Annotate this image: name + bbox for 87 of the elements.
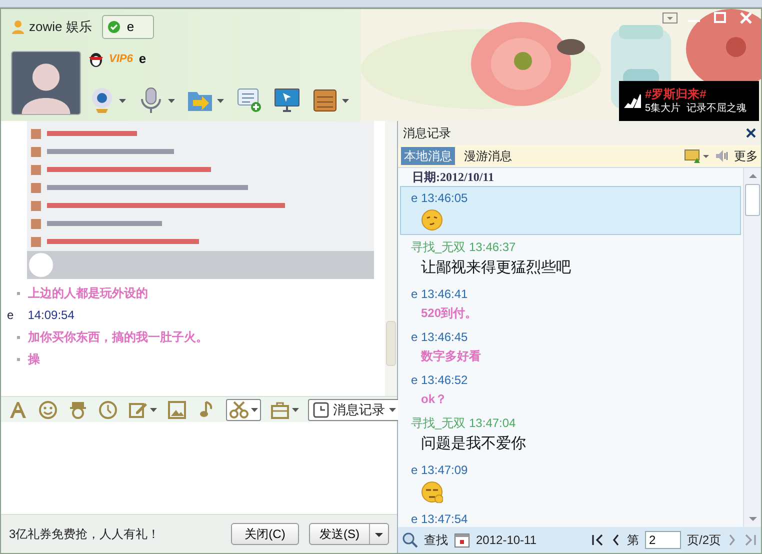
chat-message: 上边的人都是玩外设的	[28, 285, 148, 302]
send-button[interactable]: 发送(S)	[310, 524, 370, 544]
close-button[interactable]: 关闭(C)	[231, 523, 299, 545]
tab[interactable]: 漫游消息	[461, 147, 515, 165]
toolbox-icon[interactable]	[312, 87, 338, 114]
font-icon[interactable]	[8, 400, 28, 420]
page-input[interactable]: 2	[644, 531, 681, 549]
message-text: 让鄙视来得更猛烈些吧	[420, 258, 572, 278]
menu-icon[interactable]	[661, 11, 679, 25]
message-text: 数字多好看	[420, 348, 482, 364]
message-header: e 13:46:45	[411, 329, 469, 345]
message-header: e 13:46:05	[411, 190, 469, 206]
next-icon[interactable]	[727, 533, 737, 547]
message-time: 14:09:54	[28, 307, 74, 324]
contact-name: e	[138, 50, 146, 68]
message-header: 寻找_无双 13:46:37	[411, 239, 517, 255]
smiley-icon[interactable]	[38, 400, 58, 420]
caret-icon[interactable]	[119, 98, 126, 102]
caret-icon[interactable]	[292, 408, 299, 412]
history-button[interactable]: 消息记录	[308, 398, 401, 420]
message-text: 520到付。	[420, 305, 478, 321]
chat-add-icon[interactable]	[236, 87, 262, 114]
bullet-icon	[17, 358, 20, 360]
vip-label: VIP6	[109, 52, 133, 66]
previous-icon[interactable]	[610, 533, 621, 547]
calendar-icon[interactable]	[454, 532, 470, 548]
caret-icon[interactable]	[150, 408, 157, 412]
export-icon[interactable]	[684, 148, 710, 164]
avatar	[11, 51, 81, 115]
message-header: e 13:47:54	[411, 511, 469, 527]
bullet-icon	[17, 292, 20, 294]
scroll-thumb[interactable]	[745, 184, 760, 216]
ad-text: 记录不屈之魂	[686, 102, 747, 116]
first-page-icon[interactable]	[590, 533, 605, 547]
panel-title: 消息记录	[403, 125, 452, 142]
ad-banner[interactable]: #罗斯归来# 5集大片 记录不屈之魂	[619, 81, 759, 121]
message-text: 问题是我不爱你	[420, 434, 527, 454]
search-link[interactable]: 查找	[424, 531, 448, 549]
speaker-icon[interactable]	[714, 148, 730, 164]
hat-face-icon[interactable]	[68, 400, 88, 420]
pressed-tool-button[interactable]	[226, 398, 261, 420]
status-selector[interactable]: e	[102, 15, 154, 39]
message-text: ok？	[420, 391, 448, 407]
image-icon[interactable]	[167, 400, 187, 420]
message-header: e 13:47:09	[411, 462, 469, 478]
send-button-group[interactable]: 发送(S)	[309, 523, 389, 545]
caret-icon[interactable]	[342, 98, 349, 102]
caret-icon[interactable]	[251, 408, 258, 412]
emoji-icon	[421, 209, 443, 231]
scroll-thumb[interactable]	[386, 321, 396, 366]
message-header: 寻找_无双 13:47:04	[411, 415, 517, 431]
stripes-logo-icon	[623, 94, 641, 108]
ad-headline: #罗斯归来#	[645, 86, 708, 102]
chat-message: 操	[28, 351, 40, 368]
window-title: zowie 娱乐	[29, 18, 92, 36]
message-header: e 13:46:41	[411, 286, 469, 302]
caret-icon[interactable]	[217, 98, 224, 102]
bullet-icon	[17, 336, 20, 338]
more-link[interactable]: 更多	[734, 147, 758, 165]
message-header: e 13:46:52	[411, 372, 469, 388]
last-page-icon[interactable]	[743, 533, 757, 547]
clock-icon	[313, 402, 329, 418]
scrollbar[interactable]	[743, 168, 761, 527]
caret-icon[interactable]	[168, 98, 175, 102]
emoji-icon	[421, 481, 443, 503]
briefcase-icon[interactable]	[270, 400, 290, 420]
microphone-icon[interactable]	[138, 87, 164, 114]
webcam-icon[interactable]	[89, 87, 115, 114]
selected-message[interactable]: e 13:46:05	[400, 186, 741, 235]
tab[interactable]: 本地消息	[401, 147, 455, 165]
scissors-icon[interactable]	[229, 400, 249, 420]
scrollbar[interactable]	[385, 121, 397, 396]
clock-face-icon[interactable]	[98, 400, 118, 420]
monitor-icon[interactable]	[274, 87, 300, 114]
page-count: 页/2页	[686, 532, 721, 549]
caret-icon	[389, 408, 396, 412]
search-icon[interactable]	[402, 532, 418, 548]
group-icon	[11, 20, 25, 34]
sender-name: e	[7, 307, 14, 324]
ad-text: 5集大片	[645, 102, 681, 116]
page-label: 第	[626, 532, 639, 549]
date-label: 日期:2012/10/11	[411, 169, 496, 186]
close-icon[interactable]	[746, 128, 756, 138]
promo-text: 3亿礼券免费抢，人人有礼！	[9, 526, 161, 543]
chat-message: 加你买你东西，搞的我一肚子火。	[28, 329, 208, 346]
date-text: 2012-10-11	[476, 532, 538, 549]
penguin-icon	[89, 50, 103, 67]
